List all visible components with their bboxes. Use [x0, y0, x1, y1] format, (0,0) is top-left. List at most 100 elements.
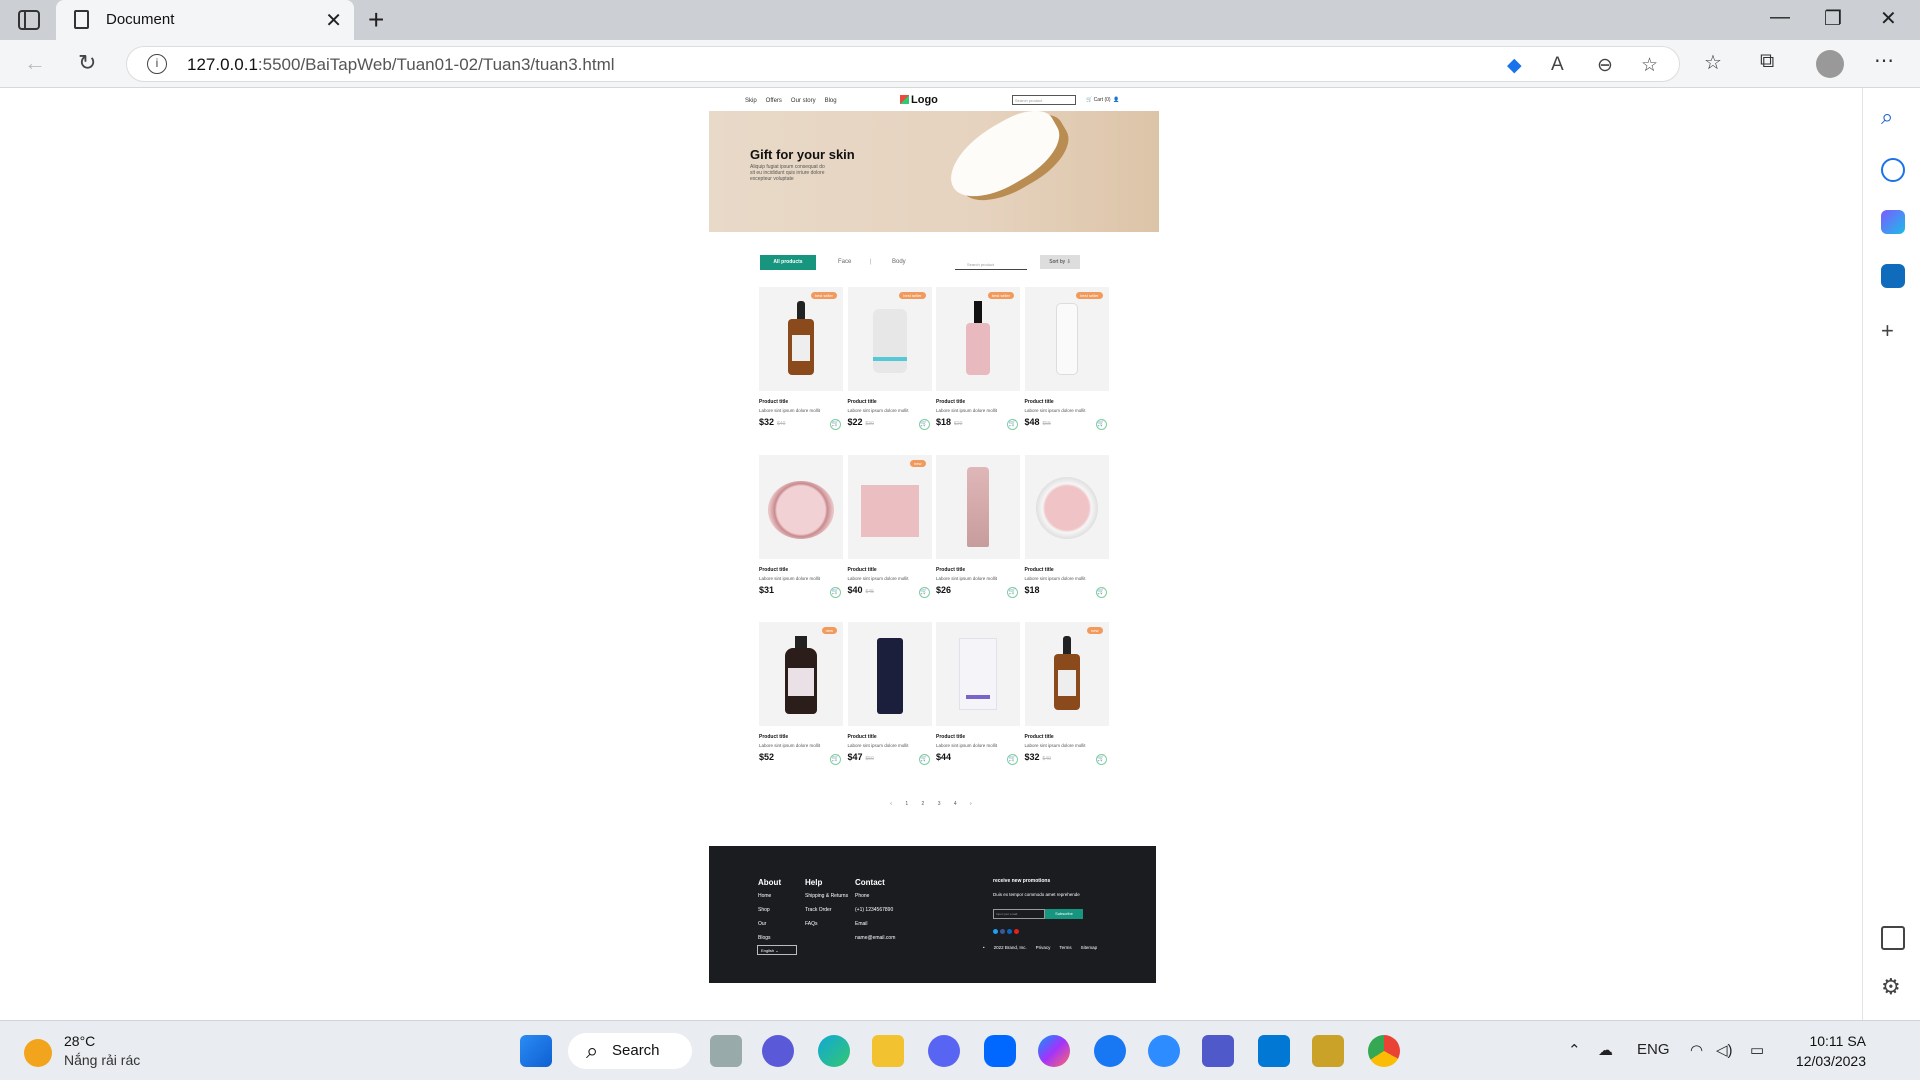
sort-button[interactable]: Sort by ⇩ [1040, 255, 1080, 269]
messenger-icon[interactable] [1038, 1035, 1070, 1067]
pagination[interactable]: ‹ 1 2 3 4 › [709, 801, 1159, 807]
taskbar-search[interactable]: Search [568, 1033, 692, 1069]
language-indicator[interactable]: ENG [1637, 1041, 1670, 1058]
bing-icon[interactable] [1881, 158, 1905, 182]
coupon-icon[interactable]: ◆ [1507, 54, 1522, 77]
footer-link[interactable]: FAQs [805, 921, 848, 927]
product-image-frame[interactable]: best seller [936, 287, 1020, 391]
product-title[interactable]: Product title [1025, 734, 1054, 740]
footer-link[interactable]: Track Order [805, 907, 848, 913]
subscribe-button[interactable]: Subscribe [1045, 908, 1083, 919]
add-to-cart-icon[interactable]: 🛒 [1007, 419, 1018, 430]
product-card[interactable]: Product title Labore sint ipsum dolore mo… [936, 454, 1020, 600]
add-to-cart-icon[interactable]: 🛒 [918, 754, 930, 765]
zalo-icon[interactable] [984, 1035, 1016, 1067]
add-to-cart-icon[interactable]: 🛒 [830, 586, 841, 598]
product-image-frame[interactable]: new [759, 622, 843, 726]
product-image-frame[interactable] [847, 622, 932, 726]
favorites-icon[interactable]: ☆ [1704, 50, 1722, 75]
product-title[interactable]: Product title [759, 734, 788, 740]
restore-button[interactable]: ❐ [1824, 6, 1842, 31]
add-to-cart-icon[interactable]: 🛒 [1095, 586, 1107, 598]
add-icon[interactable]: + [1881, 318, 1905, 343]
hide-sidebar-icon[interactable] [1881, 926, 1905, 950]
facebook-app-icon[interactable] [1094, 1035, 1126, 1067]
product-title[interactable]: Product title [759, 567, 788, 573]
product-card[interactable]: best seller Product title Labore sint ipsu… [1024, 287, 1109, 432]
workspaces-icon[interactable] [18, 10, 40, 30]
discord-icon[interactable] [928, 1035, 960, 1067]
info-icon[interactable]: i [147, 54, 167, 74]
add-to-cart-icon[interactable]: 🛒 [918, 586, 930, 598]
product-image-frame[interactable]: best seller [759, 287, 843, 391]
filter-all-products[interactable]: All products [760, 255, 816, 270]
footer-link[interactable]: Blogs [758, 935, 781, 941]
product-card[interactable]: new Product title Labore sint ipsum dolore… [1024, 622, 1109, 767]
product-image-frame[interactable]: new [1024, 622, 1109, 726]
volume-icon[interactable]: ◁) [1716, 1041, 1733, 1059]
add-to-cart-icon[interactable]: 🛒 [1007, 754, 1018, 765]
facebook-icon[interactable] [1000, 929, 1005, 934]
product-card[interactable]: best seller Product title Labore sint ipsu… [759, 287, 843, 432]
tray-chevron-icon[interactable]: ⌃ [1568, 1041, 1581, 1059]
product-image-frame[interactable] [759, 454, 843, 559]
add-to-cart-icon[interactable]: 🛒 [830, 754, 841, 765]
nav-link[interactable]: Skip [745, 98, 757, 104]
footer-link[interactable]: Our [758, 921, 781, 927]
clock[interactable]: 10:11 SA 12/03/2023 [1788, 1031, 1866, 1071]
product-card[interactable]: new Product title Labore sint ipsum dolore… [847, 454, 932, 600]
back-icon[interactable]: ← [24, 50, 46, 76]
add-to-cart-icon[interactable]: 🛒 [1095, 419, 1107, 430]
product-image-frame[interactable]: best seller [847, 287, 932, 391]
filter-face[interactable]: Face [838, 259, 851, 265]
newsletter-email-input[interactable]: Input your email [993, 908, 1045, 919]
language-select[interactable]: English ⌄ [757, 945, 797, 955]
add-to-cart-icon[interactable]: 🛒 [1007, 586, 1018, 598]
product-title[interactable]: Product title [936, 734, 965, 740]
product-title[interactable]: Product title [759, 399, 788, 405]
site-logo[interactable]: Logo [900, 94, 938, 106]
battery-icon[interactable]: ▭ [1750, 1041, 1764, 1059]
product-search-input[interactable]: Search product [955, 258, 1027, 270]
more-icon[interactable]: ⋯ [1874, 48, 1894, 73]
product-card[interactable]: best seller Product title Labore sint ipsu… [936, 287, 1020, 432]
minimize-button[interactable]: — [1770, 6, 1790, 29]
product-title[interactable]: Product title [848, 567, 877, 573]
office-icon[interactable] [1881, 210, 1905, 234]
add-favorite-icon[interactable]: ☆ [1641, 54, 1658, 77]
product-card[interactable]: new Product title Labore sint ipsum dolore… [759, 622, 843, 767]
close-tab-icon[interactable]: ✕ [325, 8, 342, 33]
footer-link[interactable]: Home [758, 893, 781, 899]
file-explorer-icon[interactable] [872, 1035, 904, 1067]
product-image-frame[interactable]: new [847, 454, 932, 559]
settings-icon[interactable]: ⚙ [1881, 974, 1905, 999]
wifi-icon[interactable]: ◠ [1690, 1041, 1703, 1059]
task-view-icon[interactable] [710, 1035, 742, 1067]
new-tab-button[interactable]: + [368, 4, 384, 36]
filter-body[interactable]: Body [892, 259, 906, 265]
product-title[interactable]: Product title [936, 567, 965, 573]
chat-icon[interactable] [762, 1035, 794, 1067]
edge-icon[interactable] [818, 1035, 850, 1067]
chrome-icon[interactable] [1368, 1035, 1400, 1067]
product-card[interactable]: Product title Labore sint ipsum dolore mo… [759, 454, 843, 600]
add-to-cart-icon[interactable]: 🛒 [830, 419, 841, 430]
tab-document[interactable]: Document ✕ [56, 0, 354, 40]
address-input[interactable]: i 127.0.0.1:5500/BaiTapWeb/Tuan01-02/Tua… [126, 46, 1680, 82]
read-aloud-icon[interactable]: A [1551, 54, 1564, 76]
add-to-cart-icon[interactable]: 🛒 [1095, 754, 1107, 765]
start-icon[interactable] [520, 1035, 552, 1067]
footer-link[interactable]: Shop [758, 907, 781, 913]
nav-link[interactable]: Our story [791, 98, 816, 104]
teams-icon[interactable] [1202, 1035, 1234, 1067]
product-title[interactable]: Product title [848, 399, 877, 405]
zoom-out-icon[interactable]: ⊖ [1597, 54, 1613, 77]
nav-link[interactable]: Blog [825, 98, 837, 104]
product-title[interactable]: Product title [848, 734, 877, 740]
product-card[interactable]: Product title Labore sint ipsum dolore mo… [936, 622, 1020, 767]
product-title[interactable]: Product title [936, 399, 965, 405]
product-image-frame[interactable]: best seller [1024, 287, 1109, 391]
add-to-cart-icon[interactable]: 🛒 [918, 419, 930, 430]
tools-icon[interactable] [1312, 1035, 1344, 1067]
refresh-icon[interactable]: ↻ [78, 50, 96, 76]
